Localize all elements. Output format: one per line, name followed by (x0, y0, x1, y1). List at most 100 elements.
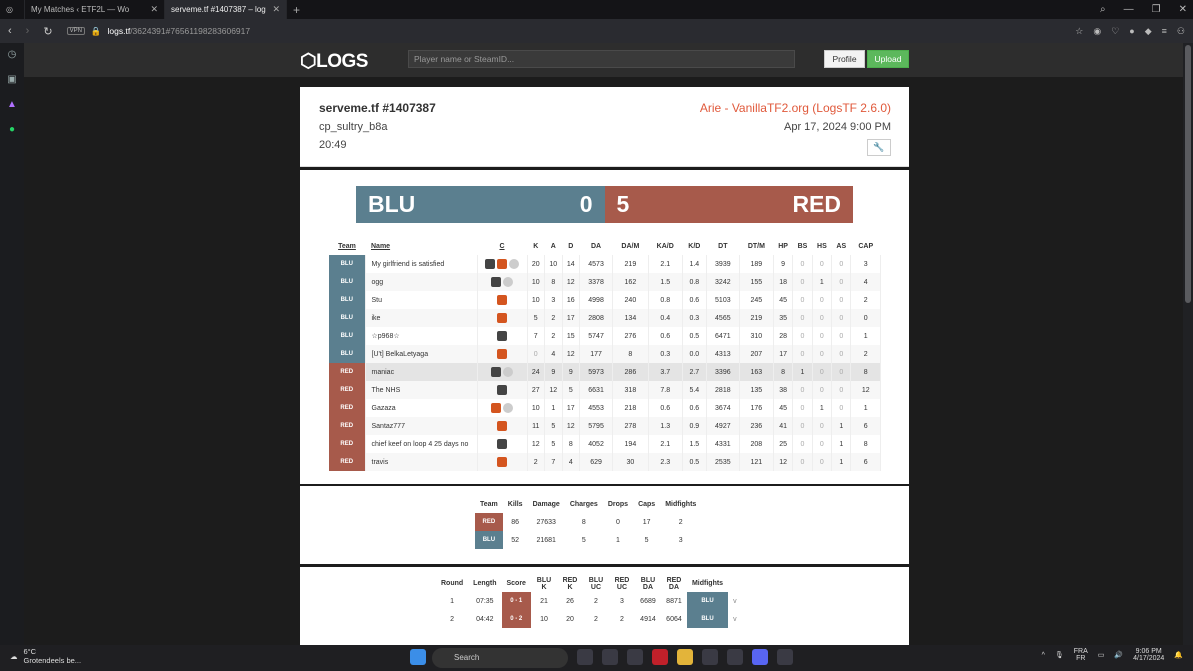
column-header[interactable]: D (562, 237, 580, 255)
player-name[interactable]: ogg (365, 273, 478, 291)
discord-icon[interactable] (752, 649, 768, 665)
stat-cell: 1 (450, 597, 455, 605)
page-content: ⬡LOGS Player name or SteamID... Profile … (24, 43, 1183, 645)
table-row: RED maniac 24 9 9 5973 286 3.7 2.7 3396 163 8 1 0 0 8 (329, 363, 881, 381)
column-header[interactable]: DT/M (739, 237, 773, 255)
url-field[interactable]: VPN 🔒 logs.tf/3624391#76561198283606917 (66, 26, 250, 37)
column-header[interactable]: Kills (503, 496, 528, 513)
whatsapp-icon[interactable]: ● (9, 124, 15, 135)
expand-icon[interactable]: v (728, 592, 742, 610)
chevron-up-icon[interactable]: ^ (1042, 652, 1045, 659)
column-header[interactable]: AS (832, 237, 851, 255)
profile-button[interactable]: Profile (824, 50, 865, 68)
task-view-icon[interactable] (577, 649, 593, 665)
obsidian-icon[interactable] (702, 649, 718, 665)
player-name[interactable]: [U't] BelkaLetyaga (365, 345, 478, 363)
column-header[interactable]: DA/M (613, 237, 649, 255)
close-icon[interactable]: ✕ (150, 4, 158, 15)
column-header[interactable]: Damage (528, 496, 565, 513)
close-window-button[interactable]: ✕ (1179, 4, 1187, 15)
steam-icon[interactable] (727, 649, 743, 665)
column-header[interactable]: KA/D (648, 237, 682, 255)
player-name[interactable]: ☆p968☆ (365, 327, 478, 345)
player-name[interactable]: ike (365, 309, 478, 327)
language[interactable]: FRA (1074, 648, 1088, 655)
tab-logs[interactable]: serveme.tf #1407387 – log ✕ (165, 0, 287, 19)
column-header[interactable]: DT (706, 237, 739, 255)
player-name[interactable]: maniac (365, 363, 478, 381)
column-header[interactable]: A (545, 237, 563, 255)
microphone-icon[interactable]: 🎙 (1055, 651, 1064, 659)
expand-icon[interactable]: v (728, 610, 742, 628)
player-name[interactable]: travis (365, 453, 478, 471)
player-name[interactable]: chief keef on loop 4 25 days no (365, 435, 478, 453)
column-header[interactable]: DA (580, 237, 613, 255)
settings-icon[interactable] (627, 649, 643, 665)
reload-icon[interactable]: ↻ (43, 25, 52, 38)
windows-start-icon[interactable] (410, 649, 426, 665)
forward-icon[interactable]: › (26, 25, 30, 37)
cloud-icon: ☁ (10, 651, 18, 661)
volume-icon[interactable]: 🔊 (1114, 651, 1123, 659)
minimize-button[interactable]: — (1124, 4, 1134, 15)
column-header[interactable]: Team (475, 496, 503, 513)
column-header[interactable]: Midfights (660, 496, 701, 513)
tab-etf2l[interactable]: My Matches ‹ ETF2L — Wo ✕ (25, 0, 165, 19)
column-header[interactable]: K (527, 237, 545, 255)
file-explorer-icon[interactable] (677, 649, 693, 665)
close-icon[interactable]: ✕ (272, 4, 280, 15)
stat-cell: 12 (562, 273, 581, 291)
opera-icon[interactable] (652, 649, 668, 665)
player-name[interactable]: Stu (365, 291, 478, 309)
extension-icon[interactable]: ● (1129, 26, 1134, 36)
column-header[interactable]: Caps (633, 496, 660, 513)
stat-cell: 121 (739, 453, 774, 471)
column-header[interactable]: Charges (565, 496, 603, 513)
notification-icon[interactable]: 🔔 (1174, 651, 1183, 659)
column-header[interactable]: C (477, 237, 527, 255)
bookmark-icon[interactable]: ☆ (1075, 26, 1083, 37)
maximize-button[interactable]: ❐ (1152, 4, 1161, 15)
back-icon[interactable]: ‹ (8, 25, 12, 37)
column-header[interactable]: Name (365, 237, 477, 255)
column-header[interactable]: Team (329, 237, 365, 255)
taskbar-search[interactable]: Search (432, 648, 568, 668)
player-search-input[interactable]: Player name or SteamID... (408, 50, 795, 68)
upload-button[interactable]: Upload (867, 50, 909, 68)
new-tab-button[interactable]: + (287, 3, 306, 17)
player-name[interactable]: My girlfriend is satisfied (365, 255, 478, 273)
account-icon[interactable]: ⚇ (1177, 26, 1185, 37)
speed-dial-icon[interactable]: ◷ (8, 49, 17, 60)
photos-icon[interactable] (777, 649, 793, 665)
stat-cell: 45 (773, 291, 794, 309)
column-header[interactable]: BS (793, 237, 812, 255)
column-header[interactable]: HP (773, 237, 792, 255)
opera-menu-icon[interactable]: ◎ (0, 0, 25, 19)
stat-cell: 8 (612, 345, 649, 363)
column-header[interactable]: K/D (682, 237, 706, 255)
player-name[interactable]: The NHS (365, 381, 478, 399)
uploader-link[interactable]: Arie - VanillaTF2.org (LogsTF 2.6.0) (700, 101, 891, 115)
menu-icon[interactable]: ≡ (1162, 26, 1167, 36)
aria-icon[interactable]: ▲ (7, 99, 17, 110)
stat-cell: 10 (540, 615, 548, 623)
scrollbar-thumb[interactable] (1185, 45, 1191, 303)
search-tabs-icon[interactable]: ⌕ (1100, 4, 1106, 15)
clock-time[interactable]: 9:06 PM (1133, 648, 1164, 655)
vpn-badge[interactable]: VPN (66, 27, 85, 35)
wallet-icon[interactable]: ▣ (7, 74, 16, 85)
teams-icon[interactable] (602, 649, 618, 665)
column-header: Midfights (691, 580, 724, 587)
player-name[interactable]: Gazaza (365, 399, 478, 417)
column-header[interactable]: CAP (851, 237, 881, 255)
site-logo[interactable]: ⬡LOGS (300, 50, 368, 73)
extension-icon[interactable]: ◆ (1145, 26, 1152, 37)
heart-icon[interactable]: ♡ (1111, 26, 1119, 37)
column-header[interactable]: Drops (603, 496, 633, 513)
network-icon[interactable]: ▭ (1098, 651, 1105, 659)
player-name[interactable]: Santaz777 (365, 417, 478, 435)
weather-widget[interactable]: ☁ 6°C Grotendeels be... (10, 647, 81, 665)
column-header[interactable]: HS (812, 237, 831, 255)
wrench-icon[interactable]: 🔧 (867, 139, 891, 156)
camera-icon[interactable]: ◉ (1093, 26, 1101, 37)
